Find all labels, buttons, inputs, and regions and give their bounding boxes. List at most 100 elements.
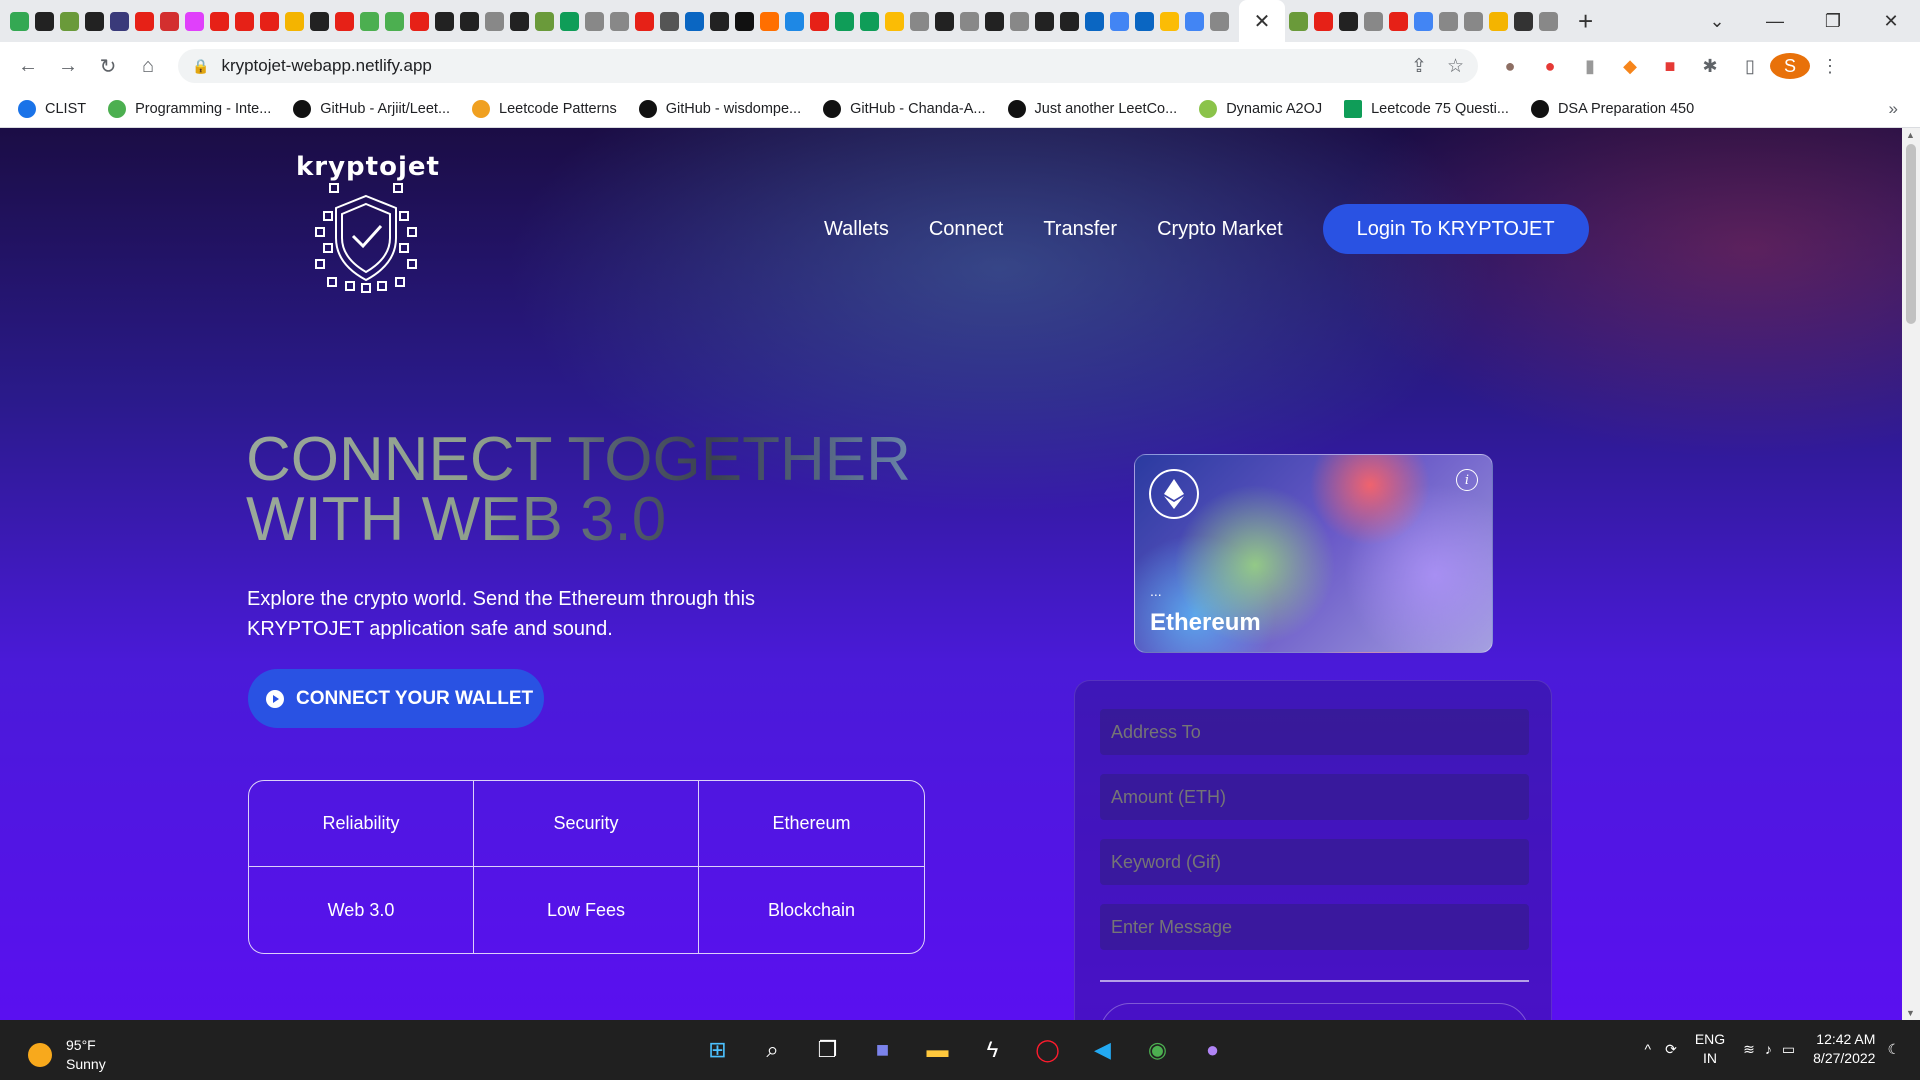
moon-icon[interactable]: ☾ xyxy=(1887,1041,1900,1058)
tab-favicon[interactable] xyxy=(535,11,554,31)
more-bookmarks-icon[interactable]: » xyxy=(1889,99,1898,119)
new-tab-button[interactable]: + xyxy=(1578,6,1593,37)
tab-favicon[interactable] xyxy=(60,11,79,31)
tab-favicon[interactable] xyxy=(410,11,429,31)
bookmark-item[interactable]: Dynamic A2OJ xyxy=(1199,99,1322,118)
tab-favicon[interactable] xyxy=(160,11,179,31)
extension-icon[interactable]: ● xyxy=(1530,56,1570,77)
weather-widget[interactable]: 95°F Sunny xyxy=(28,1036,106,1074)
bookmark-item[interactable]: DSA Preparation 450 xyxy=(1530,99,1694,118)
chevron-up-icon[interactable]: ^ xyxy=(1645,1041,1652,1057)
bookmark-item[interactable]: GitHub - Chanda-A... xyxy=(823,99,986,118)
tab-favicon[interactable] xyxy=(1185,11,1204,31)
search-icon[interactable]: ⌕ xyxy=(745,1030,800,1070)
tab-favicon[interactable] xyxy=(385,11,404,31)
message-input[interactable] xyxy=(1100,904,1529,950)
tab-favicon[interactable] xyxy=(885,11,904,31)
task-view-icon[interactable]: ❐ xyxy=(800,1030,855,1070)
tab-favicon[interactable] xyxy=(985,11,1004,31)
tab-favicon[interactable] xyxy=(10,11,29,31)
tab-favicon[interactable] xyxy=(1085,11,1104,31)
tab-favicon[interactable] xyxy=(435,11,454,31)
tab-favicon[interactable] xyxy=(1160,11,1179,31)
puzzle-icon[interactable]: ✱ xyxy=(1690,56,1730,77)
extension-icon[interactable]: ■ xyxy=(1650,56,1690,77)
clock[interactable]: 12:42 AM 8/27/2022 xyxy=(1813,1030,1875,1068)
tab-favicon[interactable] xyxy=(1539,11,1558,31)
share-icon[interactable]: ⇪ xyxy=(1411,55,1427,78)
tab-favicon[interactable] xyxy=(935,11,954,31)
tab-favicon[interactable] xyxy=(1135,11,1154,31)
tab-favicon[interactable] xyxy=(585,11,604,31)
lock-icon[interactable]: 🔒 xyxy=(192,58,209,75)
home-icon[interactable]: ⌂ xyxy=(128,55,168,78)
bookmark-item[interactable]: GitHub - wisdompe... xyxy=(638,99,801,118)
amount-input[interactable] xyxy=(1100,774,1529,820)
nav-crypto-market[interactable]: Crypto Market xyxy=(1157,218,1283,241)
language-indicator[interactable]: ENG IN xyxy=(1695,1030,1725,1068)
metamask-icon[interactable]: ◆ xyxy=(1610,56,1650,77)
tab-favicon[interactable] xyxy=(960,11,979,31)
bookmark-item[interactable]: Leetcode 75 Questi... xyxy=(1344,99,1509,118)
tab-favicon[interactable] xyxy=(635,11,654,31)
tab-favicon[interactable] xyxy=(810,11,829,31)
tab-favicon[interactable] xyxy=(35,11,54,31)
active-tab[interactable]: ✕ xyxy=(1239,0,1285,42)
github-desktop-icon[interactable]: ● xyxy=(1185,1030,1240,1070)
nav-connect[interactable]: Connect xyxy=(929,218,1004,241)
app-icon[interactable]: ϟ xyxy=(965,1030,1020,1070)
minimize-button[interactable]: — xyxy=(1746,11,1804,32)
tab-favicon[interactable] xyxy=(335,11,354,31)
tab-favicon[interactable] xyxy=(110,11,129,31)
scroll-thumb[interactable] xyxy=(1906,144,1916,324)
file-explorer-icon[interactable]: ▬ xyxy=(910,1030,965,1070)
info-icon[interactable]: i xyxy=(1456,469,1478,491)
volume-icon[interactable]: ♪ xyxy=(1765,1041,1772,1057)
sync-icon[interactable]: ⟳ xyxy=(1665,1041,1677,1058)
tab-favicon[interactable] xyxy=(1210,11,1229,31)
menu-dots-icon[interactable]: ⋮ xyxy=(1810,56,1850,77)
extension-icon[interactable]: ▮ xyxy=(1570,56,1610,77)
wifi-icon[interactable]: ≋ xyxy=(1743,1041,1755,1058)
tab-favicon[interactable] xyxy=(760,11,779,31)
tab-favicon[interactable] xyxy=(1060,11,1079,31)
keyword-input[interactable] xyxy=(1100,839,1529,885)
bookmark-item[interactable]: Just another LeetCo... xyxy=(1007,99,1177,118)
tab-favicon[interactable] xyxy=(460,11,479,31)
tab-favicon[interactable] xyxy=(235,11,254,31)
tab-favicon[interactable] xyxy=(135,11,154,31)
tab-favicon[interactable] xyxy=(185,11,204,31)
address-to-input[interactable] xyxy=(1100,709,1529,755)
bookmark-item[interactable]: GitHub - Arjiit/Leet... xyxy=(293,99,450,118)
vscode-icon[interactable]: ◀ xyxy=(1075,1030,1130,1070)
reload-icon[interactable]: ↻ xyxy=(88,54,128,79)
tab-favicon[interactable] xyxy=(360,11,379,31)
tab-favicon[interactable] xyxy=(860,11,879,31)
tab-favicon[interactable] xyxy=(85,11,104,31)
tab-favicon[interactable] xyxy=(210,11,229,31)
site-logo[interactable]: kryptojet xyxy=(296,152,439,302)
forward-arrow-icon[interactable]: → xyxy=(48,55,88,78)
tab-favicon[interactable] xyxy=(710,11,729,31)
tab-favicon[interactable] xyxy=(1389,11,1408,31)
chrome-icon[interactable]: ◉ xyxy=(1130,1030,1185,1070)
address-bar[interactable]: 🔒 kryptojet-webapp.netlify.app ⇪ ☆ xyxy=(178,49,1478,83)
tab-favicon[interactable] xyxy=(1339,11,1358,31)
teams-chat-icon[interactable]: ■ xyxy=(855,1030,910,1070)
battery-icon[interactable]: ▭ xyxy=(1782,1041,1795,1058)
tab-favicon[interactable] xyxy=(685,11,704,31)
tab-favicon[interactable] xyxy=(510,11,529,31)
page-scrollbar[interactable]: ▲ ▼ xyxy=(1902,128,1920,1020)
tab-favicon[interactable] xyxy=(785,11,804,31)
tab-favicon[interactable] xyxy=(1364,11,1383,31)
scroll-down-icon[interactable]: ▼ xyxy=(1906,1008,1915,1018)
restore-button[interactable]: ❐ xyxy=(1804,11,1862,32)
opera-icon[interactable]: ◯ xyxy=(1020,1030,1075,1070)
tab-favicon[interactable] xyxy=(910,11,929,31)
bookmark-item[interactable]: Programming - Inte... xyxy=(108,99,271,118)
url-text[interactable]: kryptojet-webapp.netlify.app xyxy=(221,56,431,76)
tab-favicon[interactable] xyxy=(1110,11,1129,31)
bookmark-item[interactable]: CLIST xyxy=(18,99,86,118)
tab-favicon[interactable] xyxy=(1289,11,1308,31)
nav-transfer[interactable]: Transfer xyxy=(1043,218,1117,241)
